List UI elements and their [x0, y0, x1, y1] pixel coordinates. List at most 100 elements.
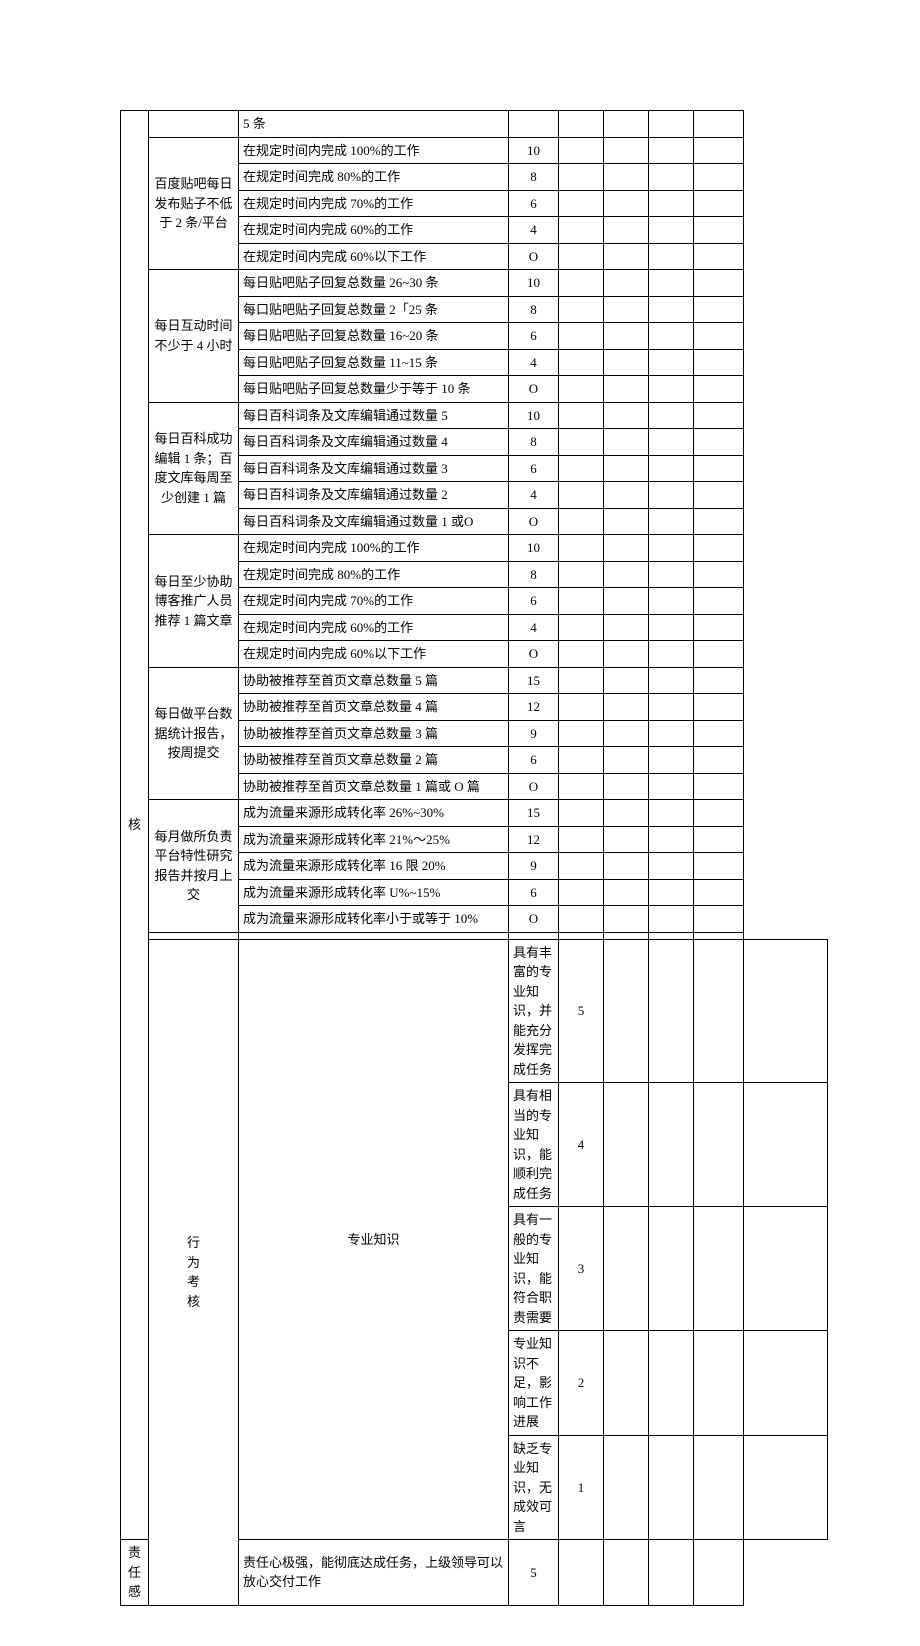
- blank-cell: [694, 190, 744, 217]
- score-cell: 3: [559, 1207, 604, 1331]
- blank-cell: [559, 879, 604, 906]
- criteria-desc: 在规定时间完成 80%的工作: [239, 561, 509, 588]
- blank-cell: [559, 429, 604, 456]
- blank-cell: [694, 906, 744, 933]
- blank-cell: [649, 455, 694, 482]
- score-cell: 4: [509, 614, 559, 641]
- blank-cell: [694, 773, 744, 800]
- blank-cell: [559, 561, 604, 588]
- blank-cell: [604, 402, 649, 429]
- table-row: 每日百科成功编辑 1 条；百度文库每周至少创建 1 篇每日百科词条及文库编辑通过…: [121, 402, 828, 429]
- blank-cell: [604, 614, 649, 641]
- blank-cell: [649, 641, 694, 668]
- blank-cell: [559, 906, 604, 933]
- blank-cell: [649, 694, 694, 721]
- category-cell: 行为考核: [149, 939, 239, 1605]
- criteria-desc: 具有相当的专业知识，能顺利完成任务: [509, 1083, 559, 1207]
- blank-cell: [694, 508, 744, 535]
- blank-cell: [694, 296, 744, 323]
- criteria-desc: 每日贴吧贴子回复总数量 11~15 条: [239, 349, 509, 376]
- blank-cell: [559, 773, 604, 800]
- score-cell: 6: [509, 588, 559, 615]
- blank-cell: [559, 270, 604, 297]
- criteria-desc: 责任心极强，能彻底达成任务，上级领导可以放心交付工作: [239, 1540, 509, 1606]
- blank-cell: [694, 455, 744, 482]
- score-cell: 5: [509, 1540, 559, 1606]
- blank-cell: [694, 1331, 744, 1436]
- blank-cell: [604, 773, 649, 800]
- blank-cell: [744, 939, 828, 1083]
- blank-cell: [694, 535, 744, 562]
- score-cell: 8: [509, 561, 559, 588]
- table-row: 每月做所负责平台特性研究报告并按月上交成为流量来源形成转化率 26%~30%15: [121, 800, 828, 827]
- blank-cell: [694, 879, 744, 906]
- blank-cell: [694, 1540, 744, 1606]
- blank-cell: [604, 1540, 649, 1606]
- score-cell: O: [509, 508, 559, 535]
- blank-cell: [604, 323, 649, 350]
- blank-cell: [694, 694, 744, 721]
- blank-cell: [649, 402, 694, 429]
- criteria-label: 每日做平台数据统计报告，按周提交: [149, 667, 239, 800]
- blank-cell: [559, 535, 604, 562]
- score-cell: O: [509, 641, 559, 668]
- blank-cell: [649, 482, 694, 509]
- blank-cell: [694, 932, 744, 939]
- criteria-label: 每日百科成功编辑 1 条；百度文库每周至少创建 1 篇: [149, 402, 239, 535]
- criteria-desc: 在规定时间内完成 60%的工作: [239, 614, 509, 641]
- blank-cell: [604, 535, 649, 562]
- blank-cell: [559, 853, 604, 880]
- blank-cell: [649, 1435, 694, 1540]
- blank-cell: [604, 826, 649, 853]
- table-row: 每日至少协助博客推广人员推荐 1 篇文章在规定时间内完成 100%的工作10: [121, 535, 828, 562]
- blank-cell: [604, 376, 649, 403]
- blank-cell: [604, 747, 649, 774]
- blank-cell: [694, 111, 744, 138]
- criteria-desc: 成为流量来源形成转化率 21%〜25%: [239, 826, 509, 853]
- blank-cell: [559, 508, 604, 535]
- blank-cell: [744, 1083, 828, 1207]
- blank-cell: [604, 508, 649, 535]
- blank-cell: [604, 939, 649, 1083]
- blank-cell: [604, 243, 649, 270]
- blank-cell: [649, 826, 694, 853]
- blank-cell: [694, 137, 744, 164]
- blank-cell: [649, 508, 694, 535]
- blank-cell: [559, 588, 604, 615]
- blank-cell: [694, 853, 744, 880]
- score-cell: 8: [509, 296, 559, 323]
- score-cell: 4: [509, 482, 559, 509]
- score-cell: O: [509, 243, 559, 270]
- blank-cell: [559, 164, 604, 191]
- criteria-label: 每日至少协助博客推广人员推荐 1 篇文章: [149, 535, 239, 668]
- criteria-desc: 在规定时间内完成 60%以下工作: [239, 243, 509, 270]
- table-row: 每日做平台数据统计报告，按周提交协助被推荐至首页文章总数量 5 篇15: [121, 667, 828, 694]
- score-cell: [509, 932, 559, 939]
- blank-cell: [694, 747, 744, 774]
- table-row: 行为考核专业知识具有丰富的专业知识，并能充分发挥完成任务5: [121, 939, 828, 1083]
- criteria-desc: 每日百科词条及文库编辑通过数量 2: [239, 482, 509, 509]
- blank-cell: [649, 906, 694, 933]
- blank-cell: [649, 879, 694, 906]
- blank-cell: [604, 906, 649, 933]
- blank-cell: [694, 720, 744, 747]
- criteria-desc: 协助被推荐至首页文章总数量 5 篇: [239, 667, 509, 694]
- blank-cell: [694, 826, 744, 853]
- score-cell: 15: [509, 667, 559, 694]
- criteria-desc: 成为流量来源形成转化率 U%~15%: [239, 879, 509, 906]
- blank-cell: [649, 270, 694, 297]
- score-cell: 10: [509, 137, 559, 164]
- blank-cell: [649, 1207, 694, 1331]
- criteria-desc: 在规定时间内完成 100%的工作: [239, 137, 509, 164]
- blank-cell: [694, 1083, 744, 1207]
- blank-cell: [559, 614, 604, 641]
- blank-cell: [604, 296, 649, 323]
- blank-cell: [559, 641, 604, 668]
- criteria-desc: 协助被推荐至首页文章总数量 2 篇: [239, 747, 509, 774]
- score-cell: 10: [509, 535, 559, 562]
- criteria-desc: 缺乏专业知识，无成效可言: [509, 1435, 559, 1540]
- criteria-desc: 每日百科词条及文库编辑通过数量 3: [239, 455, 509, 482]
- blank-cell: [604, 853, 649, 880]
- criteria-desc: 每日贴吧贴子回复总数量 26~30 条: [239, 270, 509, 297]
- blank-cell: [559, 190, 604, 217]
